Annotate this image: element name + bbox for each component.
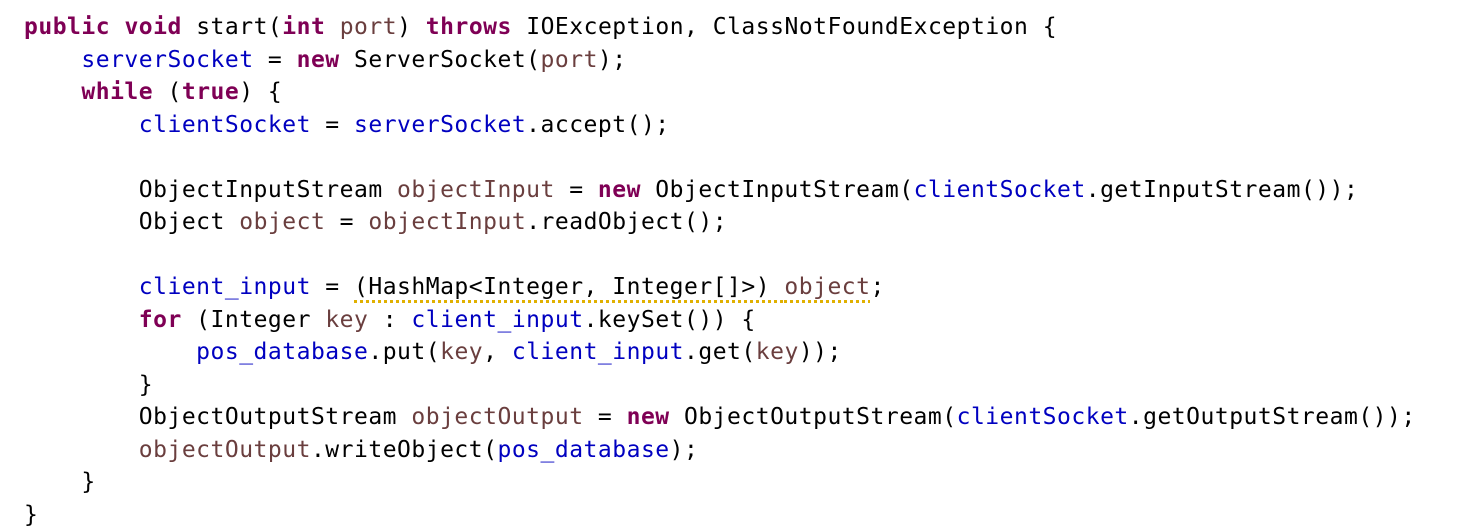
warning-code-token: (HashMap<Integer, Integer[]>)	[354, 274, 784, 300]
code-token: .accept();	[526, 112, 669, 138]
code-token: ) {	[239, 79, 282, 105]
field-token: serverSocket	[354, 112, 526, 138]
code-token: .writeObject(	[311, 437, 498, 463]
keyword-token: throws	[426, 14, 512, 40]
code-token: start(	[182, 14, 282, 40]
code-token	[24, 47, 81, 73]
code-token: );	[670, 437, 699, 463]
code-line[interactable]: }	[24, 499, 1474, 531]
code-editor[interactable]: public void start(int port) throws IOExc…	[0, 0, 1474, 476]
local-variable-token: key	[440, 339, 483, 365]
keyword-token: for	[139, 307, 182, 333]
field-token: serverSocket	[81, 47, 253, 73]
local-variable-token: objectInput	[368, 209, 526, 235]
field-token: client_input	[139, 274, 311, 300]
code-line[interactable]: public void start(int port) throws IOExc…	[24, 11, 1474, 44]
code-token: .getOutputStream());	[1129, 404, 1416, 430]
code-line[interactable]: }	[24, 369, 1474, 402]
keyword-token: int	[282, 14, 325, 40]
field-token: pos_database	[196, 339, 368, 365]
field-token: pos_database	[497, 437, 669, 463]
code-line[interactable]: Object object = objectInput.readObject()…	[24, 206, 1474, 239]
code-line[interactable]: pos_database.put(key, client_input.get(k…	[24, 336, 1474, 369]
code-line[interactable]: }	[24, 466, 1474, 499]
code-token: =	[311, 112, 354, 138]
local-variable-token: key	[325, 307, 368, 333]
field-token: client_input	[512, 339, 684, 365]
keyword-token: new	[598, 177, 641, 203]
code-token: .get(	[684, 339, 756, 365]
code-line[interactable]: ObjectOutputStream objectOutput = new Ob…	[24, 401, 1474, 434]
code-line[interactable]: for (Integer key : client_input.keySet()…	[24, 304, 1474, 337]
code-token: ObjectOutputStream(	[670, 404, 957, 430]
local-variable-token: objectOutput	[139, 437, 311, 463]
code-block[interactable]: public void start(int port) throws IOExc…	[24, 11, 1474, 531]
code-token: ));	[799, 339, 842, 365]
keyword-token: new	[627, 404, 670, 430]
code-token: (	[153, 79, 182, 105]
code-token: =	[311, 274, 354, 300]
code-token: =	[325, 209, 368, 235]
code-line[interactable]	[24, 239, 1474, 272]
local-variable-token: object	[239, 209, 325, 235]
field-token: clientSocket	[957, 404, 1129, 430]
keyword-token: new	[297, 47, 340, 73]
code-line[interactable]: serverSocket = new ServerSocket(port);	[24, 44, 1474, 77]
warning-local-variable-token: object	[784, 274, 870, 300]
code-token: ;	[871, 274, 885, 300]
keyword-token: while	[81, 79, 153, 105]
local-variable-token: objectOutput	[411, 404, 583, 430]
code-token: (Integer	[182, 307, 325, 333]
code-line[interactable]: objectOutput.writeObject(pos_database);	[24, 434, 1474, 467]
local-variable-token: key	[756, 339, 799, 365]
code-token: ObjectOutputStream	[24, 404, 411, 430]
code-token: .readObject();	[526, 209, 727, 235]
keyword-token: true	[182, 79, 239, 105]
code-token: ServerSocket(	[340, 47, 541, 73]
code-token: =	[555, 177, 598, 203]
local-variable-token: port	[340, 14, 397, 40]
code-token: ,	[483, 339, 512, 365]
code-line[interactable]: clientSocket = serverSocket.accept();	[24, 109, 1474, 142]
code-token: }	[24, 372, 153, 398]
code-token: }	[24, 469, 96, 495]
keyword-token: public	[24, 14, 110, 40]
local-variable-token: objectInput	[397, 177, 555, 203]
code-line[interactable]: client_input = (HashMap<Integer, Integer…	[24, 271, 1474, 304]
code-token	[110, 14, 124, 40]
code-line[interactable]: while (true) {	[24, 76, 1474, 109]
field-token: clientSocket	[914, 177, 1086, 203]
code-token: IOException, ClassNotFoundException {	[512, 14, 1057, 40]
code-token	[24, 274, 139, 300]
local-variable-token: port	[541, 47, 598, 73]
code-token: ObjectInputStream(	[641, 177, 914, 203]
code-token: :	[368, 307, 411, 333]
code-token	[24, 79, 81, 105]
field-token: clientSocket	[139, 112, 311, 138]
code-line[interactable]: ObjectInputStream objectInput = new Obje…	[24, 174, 1474, 207]
code-token: ObjectInputStream	[24, 177, 397, 203]
code-token	[24, 307, 139, 333]
code-token	[24, 112, 139, 138]
code-token	[24, 339, 196, 365]
code-token: );	[598, 47, 627, 73]
code-token: Object	[24, 209, 239, 235]
code-token: =	[584, 404, 627, 430]
code-token: =	[254, 47, 297, 73]
code-token	[24, 437, 139, 463]
code-token: .getInputStream());	[1086, 177, 1359, 203]
code-token: .put(	[368, 339, 440, 365]
code-token	[325, 14, 339, 40]
field-token: client_input	[411, 307, 583, 333]
code-token: .keySet()) {	[584, 307, 756, 333]
code-line[interactable]	[24, 141, 1474, 174]
code-token: )	[397, 14, 426, 40]
code-token: }	[24, 502, 38, 528]
keyword-token: void	[124, 14, 181, 40]
